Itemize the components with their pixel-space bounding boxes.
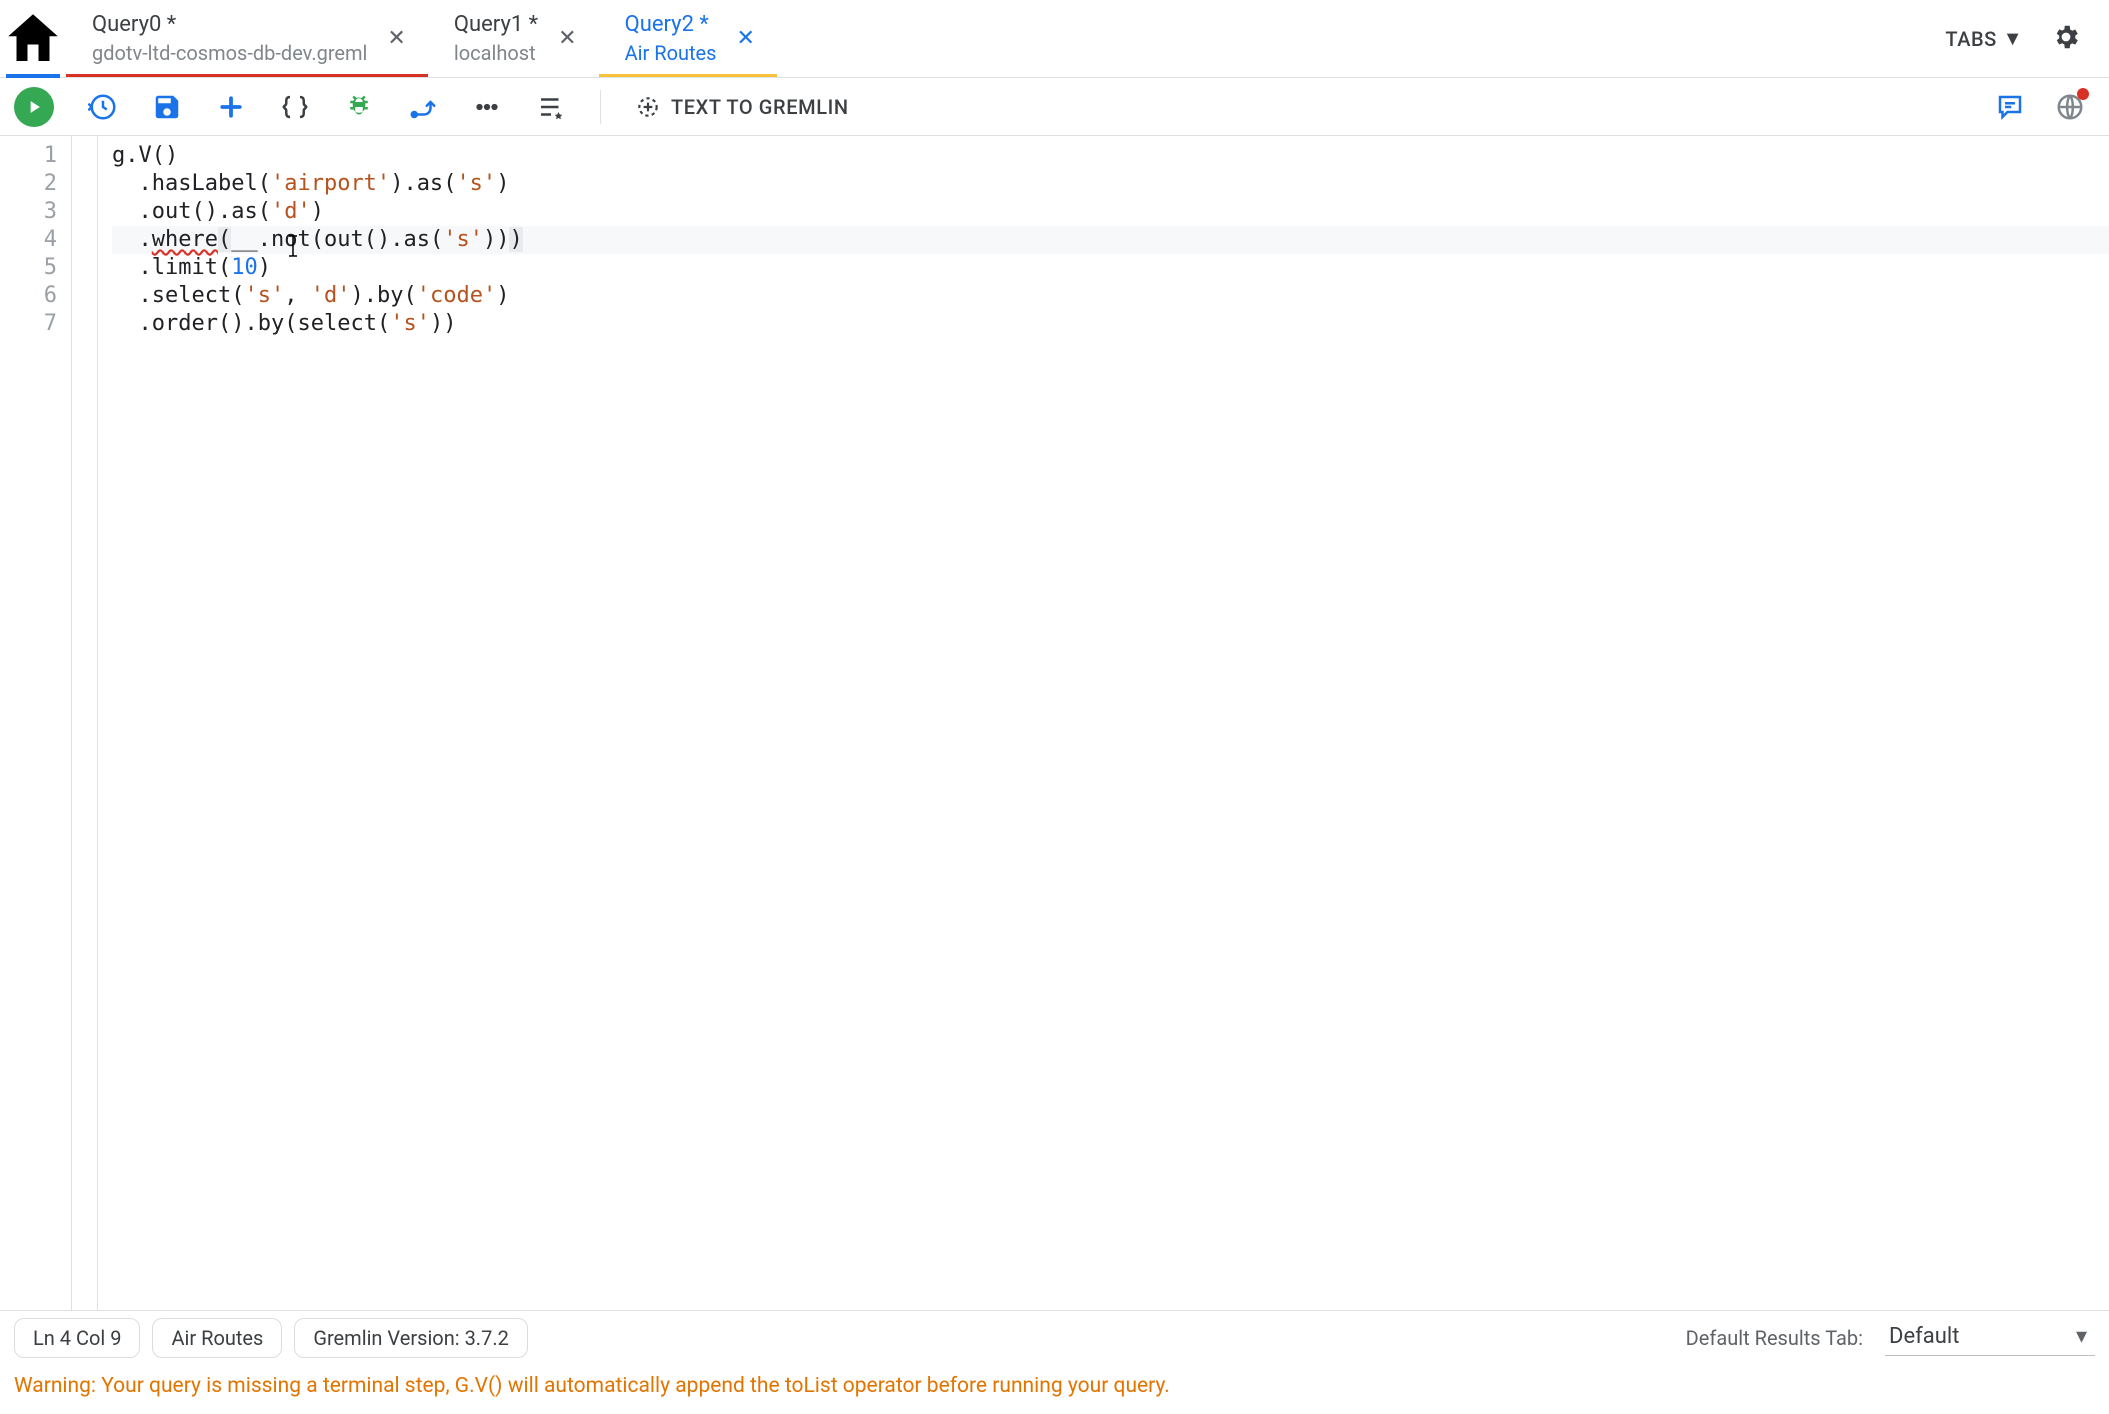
- more-icon: [472, 92, 502, 122]
- chevron-down-icon: ▼: [2003, 26, 2023, 51]
- settings-button[interactable]: [2051, 22, 2081, 56]
- results-tab-dropdown[interactable]: Default ▾: [1885, 1320, 2095, 1356]
- bug-icon: [344, 92, 374, 122]
- line-number: 3: [0, 198, 57, 226]
- connection-chip[interactable]: Air Routes: [152, 1318, 282, 1358]
- braces-icon: [280, 92, 310, 122]
- close-icon[interactable]: ✕: [558, 26, 576, 51]
- code-line: .select('s', 'd').by('code'): [112, 282, 2109, 310]
- tabs-menu-label: TABS: [1945, 27, 1996, 51]
- ai-icon: [635, 94, 661, 120]
- code-line: g.V(): [112, 142, 2109, 170]
- history-button[interactable]: [88, 92, 118, 122]
- list-star-icon: [536, 92, 566, 122]
- comments-button[interactable]: [1995, 92, 2025, 122]
- save-icon: [152, 92, 182, 122]
- fold-gutter: [72, 136, 98, 1310]
- globe-icon: [2055, 92, 2085, 122]
- more-button[interactable]: [472, 92, 502, 122]
- dropdown-value: Default: [1889, 1324, 1959, 1349]
- route-icon: [408, 92, 438, 122]
- code-line: .out().as('d'): [112, 198, 2109, 226]
- code-line: .limit(10): [112, 254, 2109, 282]
- line-number: 4: [0, 226, 57, 254]
- tabs-menu-button[interactable]: TABS ▼: [1945, 26, 2023, 51]
- close-icon[interactable]: ✕: [387, 26, 405, 51]
- code-line: .order().by(select('s')): [112, 310, 2109, 338]
- line-number: 2: [0, 170, 57, 198]
- home-button[interactable]: [0, 0, 66, 78]
- tab-subtitle: Air Routes: [625, 40, 717, 66]
- tab-query2[interactable]: Query2 * Air Routes ✕: [599, 0, 777, 77]
- tab-query1[interactable]: Query1 * localhost ✕: [428, 0, 599, 77]
- play-icon: [24, 97, 44, 117]
- line-number: 7: [0, 310, 57, 338]
- tab-bar: Query0 * gdotv-ltd-cosmos-db-dev.greml ✕…: [0, 0, 2109, 78]
- toolbar: TEXT TO GREMLIN: [0, 78, 2109, 136]
- text-to-gremlin-label: TEXT TO GREMLIN: [671, 95, 849, 119]
- code-area[interactable]: g.V() .hasLabel('airport').as('s') .out(…: [98, 136, 2109, 1310]
- results-tab-label: Default Results Tab:: [1686, 1326, 1863, 1350]
- chat-icon: [1995, 92, 2025, 122]
- route-button[interactable]: [408, 92, 438, 122]
- gear-icon: [2051, 22, 2081, 52]
- braces-button[interactable]: [280, 92, 310, 122]
- text-cursor-icon: [286, 234, 300, 258]
- line-number: 1: [0, 142, 57, 170]
- save-button[interactable]: [152, 92, 182, 122]
- home-icon: [0, 6, 66, 72]
- tab-subtitle: gdotv-ltd-cosmos-db-dev.greml: [92, 40, 367, 66]
- line-number: 5: [0, 254, 57, 282]
- code-line: .hasLabel('airport').as('s'): [112, 170, 2109, 198]
- chevron-down-icon: ▾: [2076, 1324, 2087, 1349]
- plus-icon: [216, 92, 246, 122]
- globe-button[interactable]: [2055, 92, 2085, 122]
- run-button[interactable]: [14, 87, 54, 127]
- line-number: 6: [0, 282, 57, 310]
- gremlin-version-chip[interactable]: Gremlin Version: 3.7.2: [294, 1318, 528, 1358]
- close-icon[interactable]: ✕: [736, 26, 754, 51]
- format-button[interactable]: [536, 92, 566, 122]
- tab-subtitle: localhost: [454, 40, 538, 66]
- code-editor[interactable]: 1 2 3 4 5 6 7 g.V() .hasLabel('airport')…: [0, 136, 2109, 1310]
- tab-title: Query0 *: [92, 11, 367, 40]
- tabs: Query0 * gdotv-ltd-cosmos-db-dev.greml ✕…: [66, 0, 777, 77]
- tab-title: Query2 *: [625, 11, 717, 40]
- toolbar-separator: [600, 90, 601, 124]
- add-button[interactable]: [216, 92, 246, 122]
- code-line: .where(__.not(out().as('s'))): [112, 226, 2109, 254]
- text-to-gremlin-button[interactable]: TEXT TO GREMLIN: [635, 94, 849, 120]
- line-number-gutter: 1 2 3 4 5 6 7: [0, 136, 72, 1310]
- warning-message: Warning: Your query is missing a termina…: [0, 1364, 2109, 1414]
- cursor-position-chip[interactable]: Ln 4 Col 9: [14, 1318, 140, 1358]
- debug-button[interactable]: [344, 92, 374, 122]
- tab-query0[interactable]: Query0 * gdotv-ltd-cosmos-db-dev.greml ✕: [66, 0, 428, 77]
- status-bar: Ln 4 Col 9 Air Routes Gremlin Version: 3…: [0, 1310, 2109, 1364]
- tab-title: Query1 *: [454, 11, 538, 40]
- history-icon: [88, 92, 118, 122]
